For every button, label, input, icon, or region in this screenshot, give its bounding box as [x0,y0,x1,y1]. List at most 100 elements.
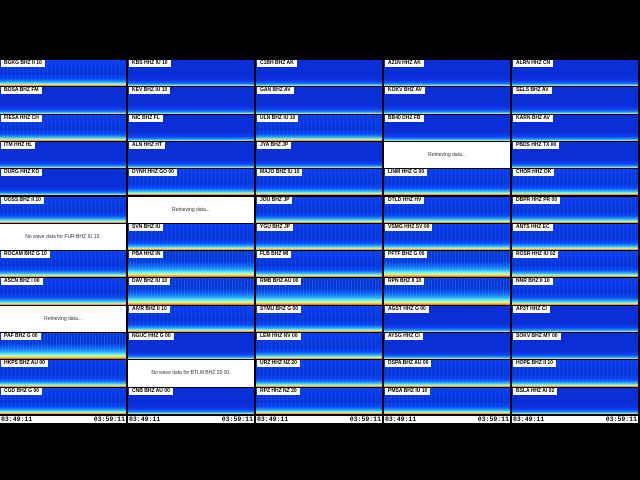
spectrogram-panel[interactable]: NIC BHZ FL [128,114,254,141]
spectrogram-panel[interactable]: MAJO BHZ IU 10 [256,169,382,196]
spectrogram-panel[interactable]: KBS HHZ IU 10 [128,60,254,87]
station-label: FIESA HHZ CH [1,114,42,122]
station-label: ANTS HHZ EC [513,223,553,231]
station-label: DYNH HHZ GO 00 [129,169,177,177]
spectrogram-panel[interactable]: DSPA BHZ AU 00 [384,360,510,387]
station-label: CGD BHZ G 00 [1,387,43,395]
spectrogram-panel[interactable]: SOKV BHZ MY 00 [512,333,638,360]
spectrogram-panel[interactable]: URZ HHZ NZ 20 [256,360,382,387]
station-label: DBPR HHZ PR 00 [513,196,561,204]
spectrogram-panel[interactable]: KARN BHZ AV [512,114,638,141]
spectrogram-panel[interactable]: BSLA HHZ AI 02 [512,387,638,414]
spectrogram-panel[interactable]: AIVR BHZ II 10 [128,305,254,332]
spectrogram-panel[interactable]: RPN BHZ II 10 [384,278,510,305]
station-label: DSPA BHZ AU 00 [385,360,432,368]
station-label: PAF BHZ G 00 [1,333,41,340]
spectrogram-panel[interactable]: PFTF BHZ G 00 [384,251,510,278]
station-label: KARN BHZ AV [513,114,553,122]
spectrogram-panel[interactable]: PBDS HHZ TX 00 [512,141,638,169]
spectrogram-panel[interactable]: RPZ HHZ NZ 20 [256,387,382,414]
start-time: 03:49:11 [1,415,33,423]
spectrogram-panel[interactable]: PBA HHZ IN [128,251,254,278]
station-label: C1BH BHZ AK [257,60,297,67]
spectrogram-panel[interactable]: GAN BHZ AV [256,87,382,114]
station-label: ULN BHZ IU 10 [257,114,299,122]
spectrogram-panel[interactable]: C1BH BHZ AK [256,60,382,87]
spectrogram-panel[interactable]: No wave data for BTLM BHZ 20 00. [128,360,254,387]
spectrogram-panel[interactable]: LINM HHZ G 00 [384,169,510,196]
station-label: DURG HHZ KO [1,169,43,177]
spectrogram-panel[interactable]: PMSA BHZ IU 10 [384,387,510,414]
spectrogram-panel[interactable]: BOSA BHZ FM [0,87,126,114]
spectrogram-panel[interactable]: ROCAM BHZ G 10 [0,251,126,278]
station-label: FLB BHZ MI [257,251,292,259]
start-time: 03:49:11 [513,415,545,423]
station-label: RPN BHZ II 10 [385,278,425,286]
station-label: AGST HHZ G 00 [385,305,429,313]
spectrogram-panel[interactable]: DURG HHZ KO [0,169,126,196]
spectrogram-panel[interactable]: A21N HHZ AK [384,60,510,87]
station-label: ITM HHZ HL [1,141,36,149]
spectrogram-panel[interactable]: Retrieving data... [128,196,254,223]
seismogram-grid: BGKG BHZ II 10 BOSA BHZ FM FIESA HHZ CH ITM… [0,60,640,423]
station-label: ROCAM BHZ G 10 [1,251,50,259]
spectrogram-panel[interactable]: DTLD HHZ HV [384,196,510,223]
end-time: 03:59:11 [349,415,381,423]
spectrogram-panel[interactable]: SELS BHZ AV [512,87,638,114]
spectrogram-panel[interactable]: AYSG HHZ CI [384,333,510,360]
spectrogram-panel[interactable]: LEM HHZ NV 00 [256,333,382,360]
spectrogram-panel[interactable]: DAV BHZ IU 10 [128,278,254,305]
spectrogram-panel[interactable]: JOU BHZ JP [256,196,382,223]
spectrogram-panel[interactable]: NGUC HHZ G 00 [128,333,254,360]
spectrogram-panel[interactable]: YGU BHZ JP [256,223,382,251]
start-time: 03:49:11 [385,415,417,423]
spectrogram-panel[interactable]: KEV BHZ IU 10 [128,87,254,114]
station-label: PMSA BHZ IU 10 [385,387,431,395]
spectrogram-panel[interactable]: No wave data for FUR BHZ IU 10. [0,223,126,251]
spectrogram-panel[interactable]: RMB BHZ AU 00 [256,278,382,305]
spectrogram-panel[interactable]: PAF BHZ G 00 [0,333,126,360]
station-label: KBS HHZ IU 10 [129,60,171,67]
spectrogram-panel[interactable]: JYA BHZ JP [256,141,382,169]
station-label: NIC BHZ FL [129,114,163,122]
spectrogram-panel[interactable]: ASCN BHZ I 00 [0,278,126,305]
spectrogram-panel[interactable]: NNR BHZ II 10 [512,278,638,305]
spectrogram-panel[interactable]: VSMG HHZ SV 00 [384,223,510,251]
spectrogram-panel[interactable]: AP3T HHZ CI [512,305,638,332]
spectrogram-panel[interactable]: DBPR HHZ PR 00 [512,196,638,223]
spectrogram-panel[interactable]: Retrieving data... [384,141,510,169]
spectrogram-panel[interactable]: AGST HHZ G 00 [384,305,510,332]
end-time: 03:59:11 [477,415,509,423]
station-label: KOKV BHZ AV [385,87,425,95]
spectrogram-panel[interactable]: HOPE BHZ II 10 [512,360,638,387]
spectrogram-panel[interactable]: ULN BHZ IU 10 [256,114,382,141]
spectrogram-panel[interactable]: Retrieving data... [0,305,126,332]
time-axis: 03:49:11 03:59:11 [384,415,510,423]
spectrogram-panel[interactable]: DYNH HHZ GO 00 [128,169,254,196]
spectrogram-panel[interactable]: ITM HHZ HL [0,141,126,169]
spectrogram-panel[interactable]: ANTS HHZ EC [512,223,638,251]
station-label: ROSR HHZ IU 02 [513,251,559,259]
spectrogram-panel[interactable]: KOKV BHZ AV [384,87,510,114]
station-label: VSMG HHZ SV 00 [385,223,433,231]
station-label: DAV BHZ IU 10 [129,278,171,286]
spectrogram-panel[interactable]: ROSR HHZ IU 02 [512,251,638,278]
time-axis: 03:49:11 03:59:11 [512,415,638,423]
spectrogram-panel[interactable]: STMU BHZ G 00 [256,305,382,332]
spectrogram-panel[interactable]: HKPS BHZ AU 00 [0,360,126,387]
spectrogram-panel[interactable]: BB40 DHZ FB [384,114,510,141]
spectrogram-panel[interactable]: CNB BHZ AU 00 [128,387,254,414]
station-label: BSLA HHZ AI 02 [513,387,558,395]
loading-message: Retrieving data... [44,315,82,322]
spectrogram-panel[interactable]: CGD BHZ G 00 [0,387,126,414]
spectrogram-panel[interactable]: FLB BHZ MI [256,251,382,278]
spectrogram-panel[interactable]: FIESA HHZ CH [0,114,126,141]
spectrogram-panel[interactable]: BGKG BHZ II 10 [0,60,126,87]
station-label: KEV BHZ IU 10 [129,87,171,95]
spectrogram-panel[interactable]: ALRN HHZ CN [512,60,638,87]
spectrogram-panel[interactable]: CHOR HHZ OK [512,169,638,196]
spectrogram-panel[interactable]: ALN HHZ HT [128,141,254,169]
station-label: PFTF BHZ G 00 [385,251,428,259]
spectrogram-panel[interactable]: SVN BHZ IU [128,223,254,251]
spectrogram-panel[interactable]: UOSS BHZ II 10 [0,196,126,223]
